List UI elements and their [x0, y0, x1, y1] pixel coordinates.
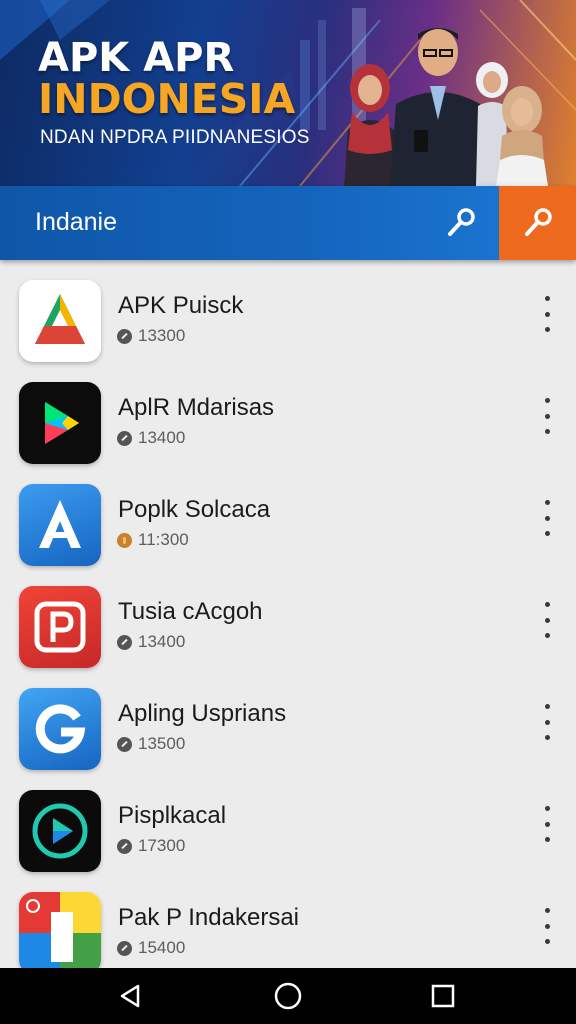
header-wrench-button[interactable] — [422, 186, 499, 260]
play-store-icon — [19, 382, 101, 464]
app-meta: 13400 — [117, 632, 185, 652]
header-settings-button[interactable] — [499, 186, 576, 260]
app-name: Pisplkacal — [118, 802, 227, 829]
banner-people-illustration — [344, 28, 548, 186]
app-download-count: 13300 — [138, 326, 186, 345]
list-item[interactable]: Pak P Indakersai 15400 — [0, 874, 576, 968]
app-name: Pak P Indakersai — [118, 904, 299, 931]
download-icon — [117, 940, 132, 956]
coin-icon — [117, 532, 132, 548]
list-item[interactable]: Poplk Solcaca 11:300 — [0, 466, 576, 568]
app-meta: 15400 — [117, 938, 185, 958]
letter-g-icon — [19, 688, 101, 770]
app-download-count: 13400 — [138, 632, 186, 651]
overflow-menu-button[interactable] — [536, 908, 558, 944]
play-circle-icon — [19, 790, 101, 872]
app-header: Indanie — [0, 186, 576, 260]
app-name: Tusia cAcgoh — [118, 598, 263, 625]
recents-icon — [431, 984, 455, 1008]
banner-title-accent: INDONESIA — [38, 75, 296, 123]
overflow-menu-button[interactable] — [536, 704, 558, 740]
download-icon — [117, 430, 132, 446]
app-meta: 11:300 — [117, 530, 189, 550]
app-name: Apling Usprians — [118, 700, 287, 727]
letter-a-icon — [19, 484, 101, 566]
app-list[interactable]: APK Puisck 13300 AplR Mdarisas 13400 Pop… — [0, 262, 576, 968]
wrench-icon — [524, 208, 552, 236]
app-meta: 13500 — [117, 734, 185, 754]
recents-button[interactable] — [423, 978, 463, 1014]
back-button[interactable] — [110, 978, 150, 1014]
app-meta: 13400 — [117, 428, 185, 448]
app-download-count: 17300 — [138, 836, 186, 855]
overflow-menu-button[interactable] — [536, 398, 558, 434]
overflow-menu-button[interactable] — [536, 500, 558, 536]
home-icon — [274, 982, 302, 1010]
download-icon — [117, 328, 132, 344]
download-icon — [117, 736, 132, 752]
home-button[interactable] — [268, 978, 308, 1014]
app-meta: 13300 — [117, 326, 185, 346]
app-name: APK Puisck — [118, 292, 244, 319]
app-meta: 17300 — [117, 836, 185, 856]
promo-banner[interactable]: APK APR INDONESIA NDAN NPDRA PIIDNANESIO… — [0, 0, 576, 186]
letter-p-icon — [19, 586, 101, 668]
list-item[interactable]: APK Puisck 13300 — [0, 262, 576, 364]
overflow-menu-button[interactable] — [536, 602, 558, 638]
overflow-menu-button[interactable] — [536, 806, 558, 842]
list-item[interactable]: Apling Usprians 13500 — [0, 670, 576, 772]
banner-subtitle: NDAN NPDRA PIIDNANESIOS — [40, 127, 310, 148]
download-icon — [117, 634, 132, 650]
app-download-count: 15400 — [138, 938, 186, 957]
app-name: Poplk Solcaca — [118, 496, 271, 523]
app-download-count: 13500 — [138, 734, 186, 753]
triangle-logo-icon — [19, 280, 101, 362]
app-download-count: 11:300 — [138, 530, 189, 549]
wrench-icon — [447, 208, 475, 236]
overflow-menu-button[interactable] — [536, 296, 558, 332]
list-item[interactable]: Pisplkacal 17300 — [0, 772, 576, 874]
back-icon — [120, 984, 140, 1008]
list-item[interactable]: Tusia cAcgoh 13400 — [0, 568, 576, 670]
download-icon — [117, 838, 132, 854]
app-download-count: 13400 — [138, 428, 186, 447]
app-name: AplR Mdarisas — [118, 394, 275, 421]
header-title: Indanie — [35, 208, 118, 236]
colorful-tiles-icon — [19, 892, 101, 968]
banner-title: APK APR — [38, 35, 235, 81]
list-item[interactable]: AplR Mdarisas 13400 — [0, 364, 576, 466]
system-navigation-bar — [0, 968, 576, 1024]
